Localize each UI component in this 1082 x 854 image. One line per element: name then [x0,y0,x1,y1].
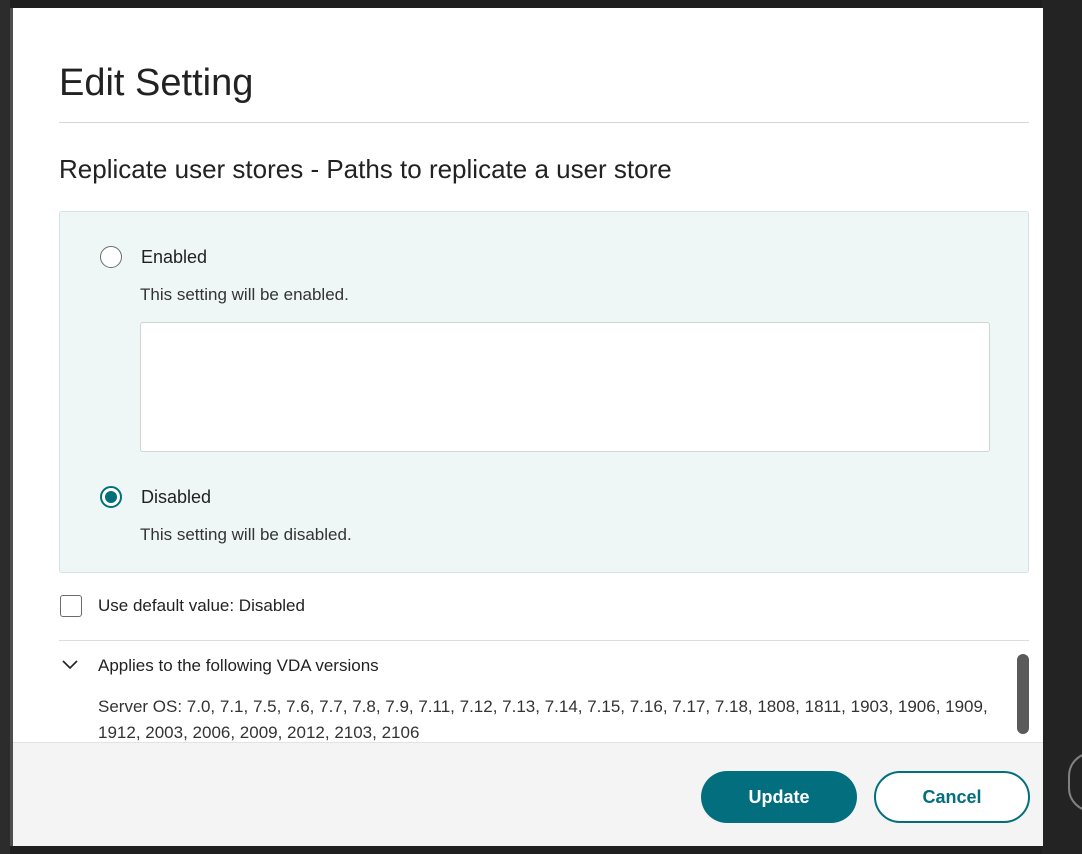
use-default-checkbox[interactable] [60,595,82,617]
dialog-footer: Update Cancel [13,742,1043,846]
background-left-edge [0,0,10,854]
setting-options-panel: Enabled This setting will be enabled. Di… [59,211,1029,573]
enabled-radio[interactable] [100,246,122,268]
edit-setting-dialog: Edit Setting Replicate user stores - Pat… [13,8,1043,846]
setting-title: Replicate user stores - Paths to replica… [59,154,672,184]
cancel-button[interactable]: Cancel [874,771,1030,823]
update-button[interactable]: Update [701,771,857,823]
disabled-label: Disabled [141,487,212,507]
background-bottom-bar [0,846,1082,854]
enabled-label: Enabled [141,247,208,267]
section-divider [59,640,1029,641]
applies-to-title: Applies to the following VDA versions [98,656,379,675]
dialog-title: Edit Setting [59,62,254,104]
disabled-radio[interactable] [100,486,122,508]
vda-versions-text: Server OS: 7.0, 7.1, 7.5, 7.6, 7.7, 7.8,… [98,697,988,742]
scrollbar-thumb[interactable] [1017,654,1029,734]
background-right-edge [1042,0,1082,854]
background-top-bar [0,0,1082,8]
chevron-down-icon[interactable] [61,656,79,674]
enabled-description: This setting will be enabled. [140,285,349,304]
disabled-description: This setting will be disabled. [140,525,352,544]
use-default-label: Use default value: Disabled [98,596,305,615]
title-divider [59,122,1029,123]
paths-input[interactable] [140,322,990,452]
